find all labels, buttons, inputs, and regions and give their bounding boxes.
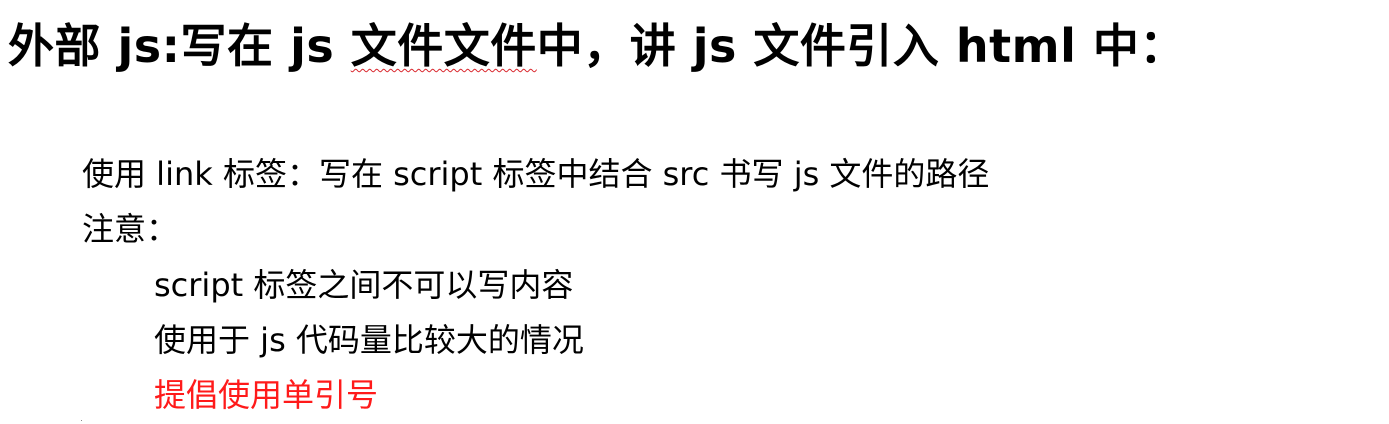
notice-label: 注意：	[82, 210, 179, 248]
note-item-large-code: 使用于 js 代码量比较大的情况	[154, 321, 584, 359]
page-heading: 外部 js:写在 js 文件文件中，讲 js 文件引入 html 中：	[8, 14, 1186, 78]
heading-suffix: 中，讲 js 文件引入 html 中：	[536, 19, 1186, 73]
note-item-single-quotes: 提倡使用单引号	[154, 376, 379, 414]
heading-spellcheck-text: 文件文件	[350, 19, 537, 73]
heading-prefix: 外部 js:写在 js	[8, 19, 351, 73]
link-tag-instruction: 使用 link 标签：写在 script 标签中结合 src 书写 js 文件的…	[82, 155, 990, 193]
stray-mark	[81, 420, 82, 421]
note-item-no-content: script 标签之间不可以写内容	[154, 266, 574, 304]
